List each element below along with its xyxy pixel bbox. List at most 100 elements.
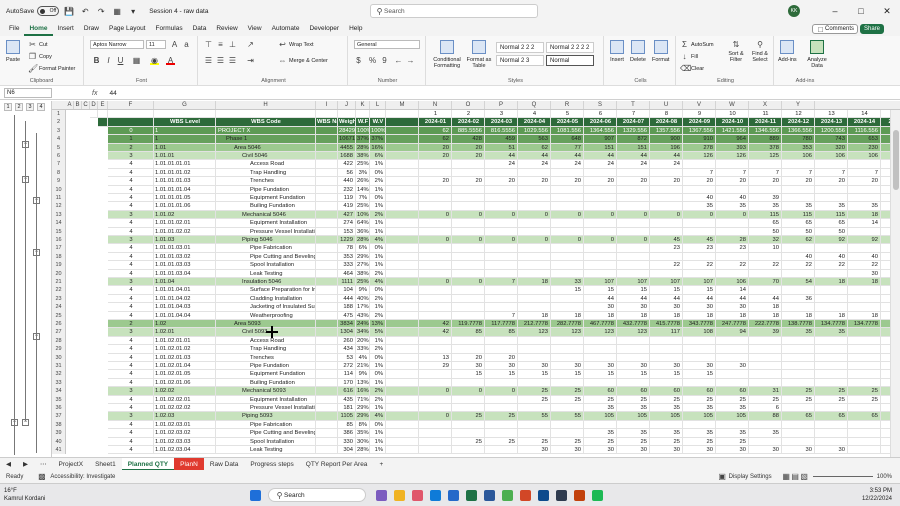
- clear-button[interactable]: ⌫ Clear: [680, 64, 704, 73]
- row-number[interactable]: 11: [52, 194, 66, 203]
- cell[interactable]: 62: [419, 126, 452, 136]
- cell[interactable]: 30: [584, 446, 617, 455]
- cell[interactable]: 5: [551, 110, 584, 119]
- cell[interactable]: WBS Code: [216, 118, 316, 127]
- cell[interactable]: 0: [485, 210, 518, 220]
- cell[interactable]: [419, 311, 452, 320]
- cell[interactable]: [485, 219, 518, 228]
- copy-button[interactable]: ❐ Copy: [28, 52, 52, 61]
- undo-icon[interactable]: ↶: [79, 5, 91, 17]
- cell[interactable]: 18: [683, 311, 716, 320]
- display-settings-icon[interactable]: ▣: [718, 472, 727, 481]
- cell[interactable]: 20: [683, 177, 716, 186]
- cell[interactable]: [316, 378, 338, 388]
- cell[interactable]: [452, 294, 485, 304]
- cell[interactable]: 1%: [370, 261, 386, 270]
- cell[interactable]: [815, 429, 848, 438]
- row-number[interactable]: 35: [52, 395, 66, 404]
- cell[interactable]: 8%: [356, 420, 370, 430]
- cell[interactable]: [386, 110, 419, 119]
- cell[interactable]: 4: [108, 429, 154, 438]
- cell[interactable]: [881, 345, 890, 354]
- cell[interactable]: 4: [108, 362, 154, 371]
- cell[interactable]: 0: [452, 278, 485, 287]
- cell[interactable]: [452, 286, 485, 295]
- cell[interactable]: 4455: [338, 143, 356, 152]
- row-number[interactable]: 9: [52, 177, 66, 186]
- cell[interactable]: [848, 353, 881, 362]
- cell[interactable]: [316, 202, 338, 211]
- cell[interactable]: 427: [338, 210, 356, 220]
- cell[interactable]: [338, 110, 356, 119]
- cell[interactable]: 138.7778: [782, 320, 815, 329]
- cell[interactable]: [650, 378, 683, 388]
- cell[interactable]: 7: [617, 110, 650, 119]
- cell[interactable]: 40: [881, 253, 890, 262]
- cell[interactable]: 55: [518, 412, 551, 421]
- cell[interactable]: 20: [452, 152, 485, 161]
- sheet-tab[interactable]: QTY Report Per Area: [300, 458, 374, 471]
- cell[interactable]: 14: [848, 110, 881, 119]
- cell[interactable]: [815, 353, 848, 362]
- row-number[interactable]: 6: [52, 152, 66, 161]
- cell[interactable]: 0: [419, 278, 452, 287]
- row-number[interactable]: 40: [52, 437, 66, 446]
- cell[interactable]: 1: [419, 110, 452, 119]
- cell[interactable]: [386, 294, 419, 304]
- cell[interactable]: [782, 286, 815, 295]
- cell[interactable]: 35%: [356, 429, 370, 438]
- cell[interactable]: 40: [716, 194, 749, 203]
- cell[interactable]: [551, 420, 584, 430]
- powerpoint-icon[interactable]: [520, 490, 531, 501]
- cell[interactable]: [584, 244, 617, 253]
- cell[interactable]: 0: [617, 210, 650, 220]
- cell[interactable]: [551, 353, 584, 362]
- cell[interactable]: 1%: [370, 362, 386, 371]
- cell[interactable]: 18: [551, 311, 584, 320]
- cell[interactable]: [98, 110, 108, 119]
- cell[interactable]: 7%: [356, 194, 370, 203]
- cell[interactable]: 35: [749, 429, 782, 438]
- cell[interactable]: [485, 194, 518, 203]
- row-number[interactable]: 25: [52, 311, 66, 320]
- cell[interactable]: [108, 118, 154, 127]
- cell[interactable]: [881, 303, 890, 312]
- cell[interactable]: [485, 336, 518, 346]
- cell[interactable]: [452, 252, 485, 262]
- cell[interactable]: 92: [848, 236, 881, 245]
- cell[interactable]: 25: [881, 396, 890, 404]
- cell[interactable]: [650, 252, 683, 262]
- cell[interactable]: 2024-13: [815, 118, 848, 127]
- cell[interactable]: 0: [485, 236, 518, 245]
- cell[interactable]: [749, 160, 782, 169]
- cell[interactable]: [815, 286, 848, 295]
- cell[interactable]: 3: [108, 278, 154, 287]
- cell[interactable]: 20: [650, 177, 683, 186]
- cell[interactable]: 1.02.01: [154, 328, 216, 337]
- cell[interactable]: [419, 194, 452, 203]
- row-number[interactable]: 19: [52, 261, 66, 270]
- cell[interactable]: [617, 194, 650, 203]
- cell[interactable]: 0%: [370, 420, 386, 430]
- cell[interactable]: Pipe Fundation: [216, 185, 316, 194]
- cell[interactable]: 0: [518, 236, 551, 245]
- cell[interactable]: 22: [848, 261, 881, 270]
- border-button[interactable]: ▦: [132, 56, 141, 65]
- autosave-toggle[interactable]: Off: [37, 6, 60, 16]
- cell[interactable]: 25: [518, 387, 551, 396]
- cell[interactable]: 1.01.01.01.04: [154, 185, 216, 194]
- cell[interactable]: 25: [551, 437, 584, 446]
- cell[interactable]: 0: [452, 236, 485, 245]
- column-header[interactable]: D: [90, 101, 98, 109]
- cell[interactable]: 44: [617, 152, 650, 161]
- cell[interactable]: [815, 404, 848, 413]
- cell[interactable]: 1%: [370, 202, 386, 211]
- cell[interactable]: 0: [551, 236, 584, 245]
- normal-view-icon[interactable]: ▦: [782, 472, 791, 481]
- cell[interactable]: [815, 345, 848, 354]
- row-number[interactable]: 1: [52, 110, 66, 119]
- terminal-icon[interactable]: [556, 490, 567, 501]
- tab-help[interactable]: Help: [344, 22, 367, 36]
- row-number[interactable]: 8: [52, 168, 66, 178]
- cell[interactable]: 907: [584, 135, 617, 144]
